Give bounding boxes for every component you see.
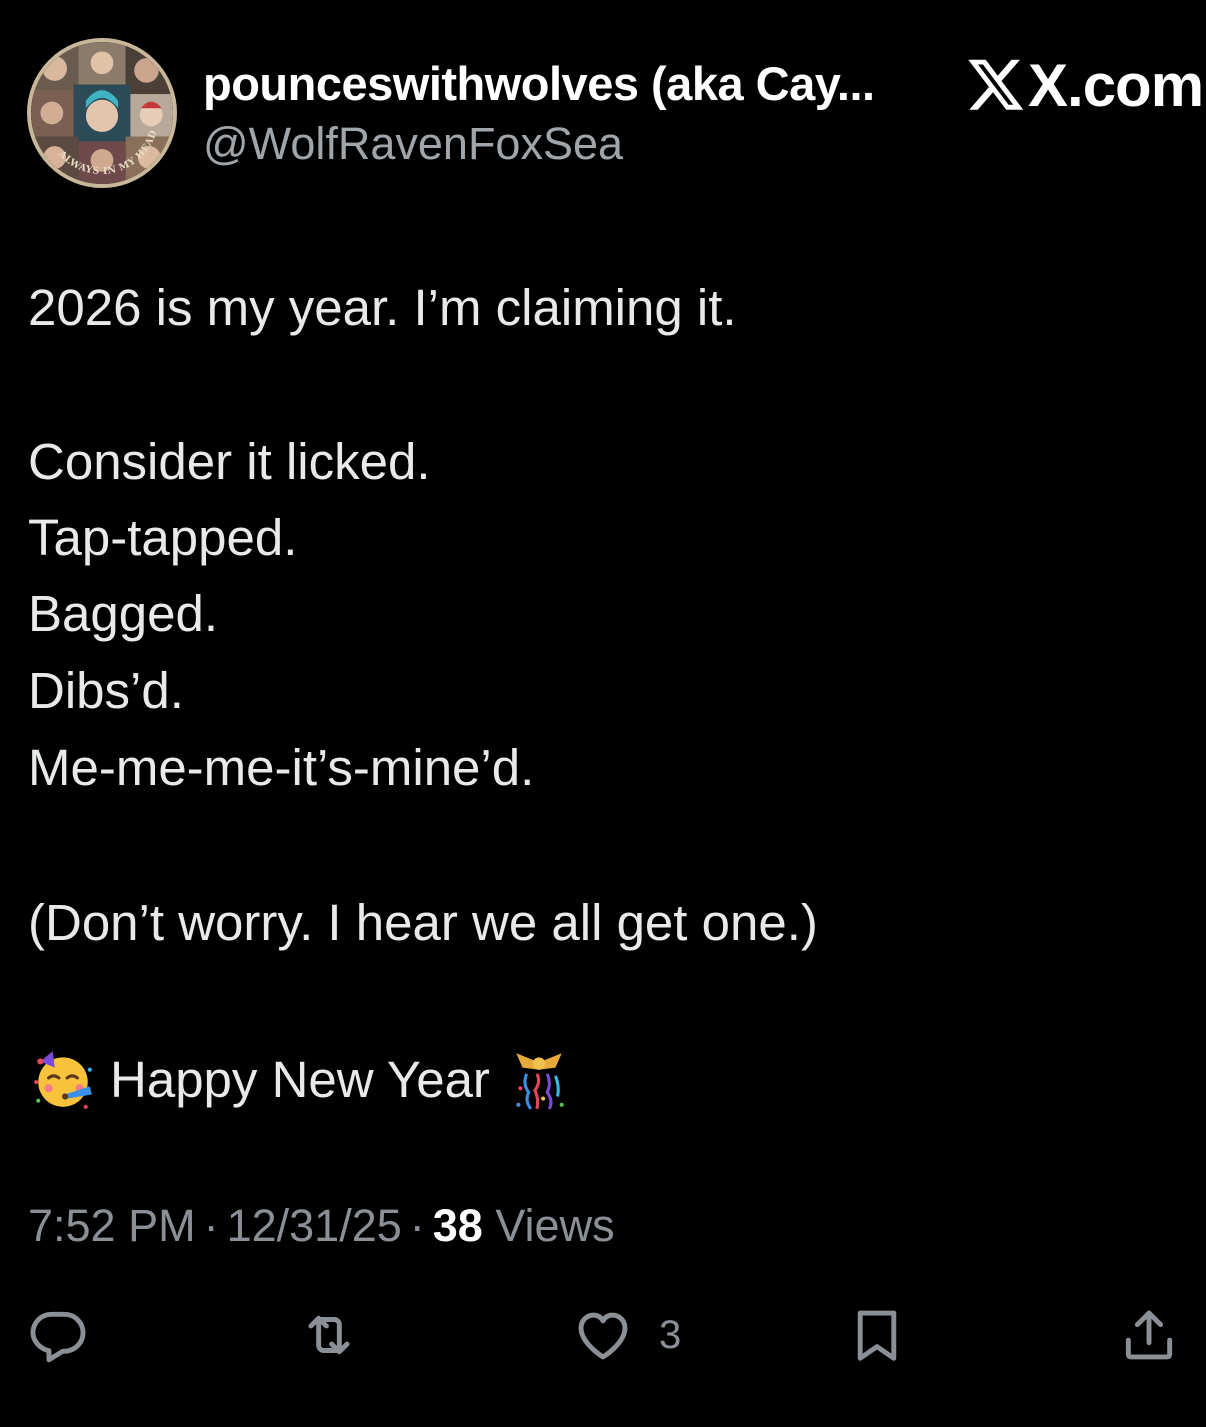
display-name[interactable]: pounceswithwolves (aka Cay... — [203, 56, 933, 111]
tweet-text-line: Tap-tapped. — [28, 509, 298, 566]
share-button[interactable] — [1118, 1302, 1180, 1368]
heart-icon — [578, 1312, 628, 1360]
meta-separator: · — [409, 1200, 425, 1251]
brand-text: X.com — [1028, 52, 1204, 119]
tweet-text-line: Consider it licked. — [28, 433, 431, 490]
views-label[interactable]: Views — [495, 1200, 614, 1251]
partying-face-emoji-icon — [30, 1047, 96, 1113]
bookmark-button[interactable] — [846, 1302, 908, 1368]
tweet-card: ALWAYS IN MY HEAD pounceswithwolves (aka… — [0, 0, 1206, 1427]
x-logo-icon — [968, 59, 1024, 110]
x-brand: X.com — [966, 52, 1204, 119]
reply-icon — [30, 1311, 86, 1363]
avatar[interactable]: ALWAYS IN MY HEAD — [27, 38, 177, 188]
share-icon — [1125, 1310, 1173, 1360]
happy-new-year-text: Happy New Year — [110, 1051, 490, 1108]
avatar-collage-image: ALWAYS IN MY HEAD — [31, 42, 173, 184]
tweet-time[interactable]: 7:52 PM — [28, 1200, 196, 1251]
confetti-ball-emoji-icon — [506, 1047, 572, 1113]
tweet-text-line: Bagged. — [28, 585, 219, 642]
tweet-text-line: (Don’t worry. I hear we all get one.) — [28, 894, 818, 951]
reply-button[interactable] — [27, 1302, 89, 1368]
like-button[interactable]: 3 — [572, 1302, 681, 1368]
like-count: 3 — [659, 1312, 682, 1357]
retweet-button[interactable] — [298, 1302, 360, 1368]
meta-separator: · — [203, 1200, 219, 1251]
tweet-meta: 7:52 PM · 12/31/25 · 38 Views — [28, 1198, 615, 1254]
bookmark-icon — [857, 1310, 897, 1361]
tweet-date[interactable]: 12/31/25 — [227, 1200, 402, 1251]
tweet-text-line-with-emoji: Happy New Year — [28, 1047, 572, 1113]
tweet-text-line: Me-me-me-it’s-mine’d. — [28, 739, 535, 796]
tweet-text-line: 2026 is my year. I’m claiming it. — [28, 279, 737, 336]
tweet-text-line: Dibs’d. — [28, 662, 184, 719]
user-handle[interactable]: @WolfRavenFoxSea — [203, 118, 623, 170]
views-count[interactable]: 38 — [433, 1200, 483, 1251]
retweet-icon — [308, 1315, 350, 1355]
